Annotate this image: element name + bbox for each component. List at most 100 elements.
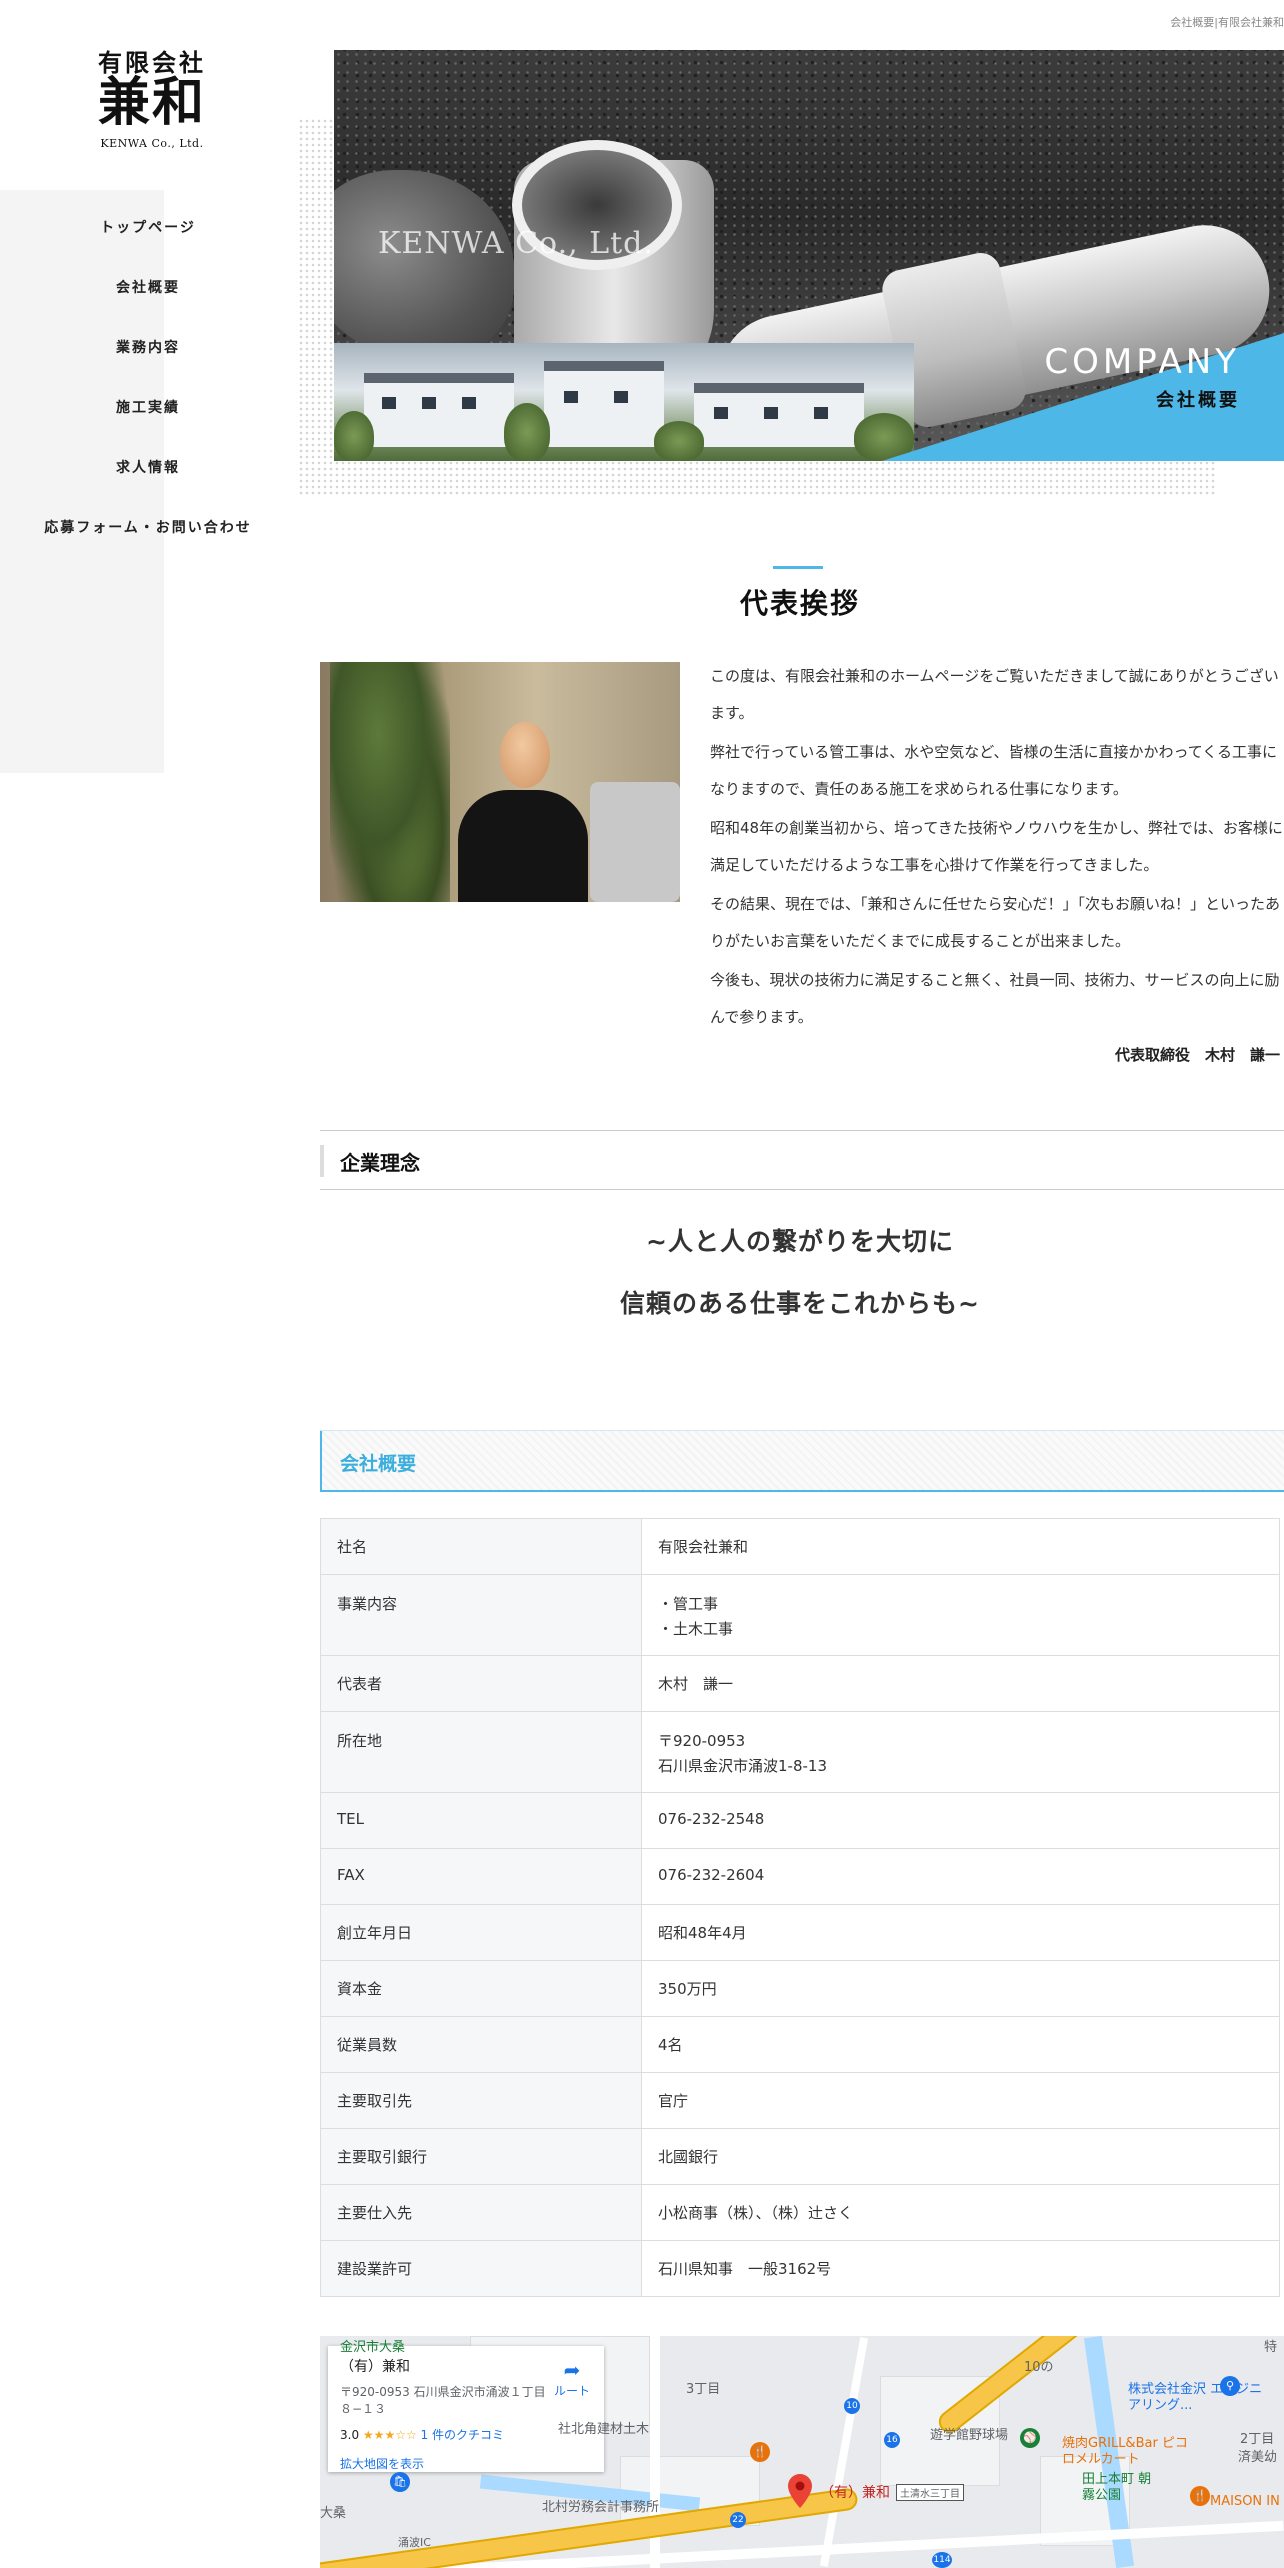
table-value: 350万円 <box>641 1960 1280 2017</box>
table-row: 事業内容 ・管工事 ・土木工事 <box>320 1574 1280 1656</box>
hero-title: COMPANY <box>1044 342 1240 382</box>
map-label: MAISON IN <box>1210 2494 1280 2509</box>
tree-shape <box>334 411 374 461</box>
company-info-table: 社名 有限会社兼和 事業内容 ・管工事 ・土木工事 代表者 木村 謙一 所在地 〒920-… <box>320 1518 1280 2297</box>
photo-chair <box>590 782 680 902</box>
philosophy-line-1: ~人と人の繋がりを大切に <box>646 1227 954 1256</box>
table-value: 昭和48年4月 <box>641 1904 1280 1961</box>
route-marker-icon: 16 <box>884 2432 900 2448</box>
map-label: 土清水三丁目 <box>896 2484 964 2501</box>
logo-english-text: KENWA Co., Ltd. <box>100 136 204 150</box>
greeting-title: 代表挨拶 <box>739 587 860 620</box>
stadium-icon[interactable]: ⚾ <box>1020 2428 1040 2448</box>
table-row: 主要取引銀行 北國銀行 <box>320 2128 1280 2185</box>
nav-item-top[interactable]: トップページ <box>0 208 296 268</box>
philosophy-heading: 企業理念 <box>340 1151 420 1175</box>
table-value: 〒920-0953 石川県金沢市涌波1-8-13 <box>641 1711 1280 1793</box>
map-label: 遊学館野球場 <box>930 2428 1009 2443</box>
company-logo[interactable]: 有限会社 兼和 KENWA Co., Ltd. <box>96 49 208 150</box>
shopping-icon[interactable]: 🛍 <box>390 2472 410 2492</box>
map-label: 涌波IC <box>398 2536 431 2549</box>
table-key: 代表者 <box>320 1655 642 1712</box>
table-row: 所在地 〒920-0953 石川県金沢市涌波1-8-13 <box>320 1711 1280 1793</box>
table-value: 官庁 <box>641 2072 1280 2129</box>
table-value: 北國銀行 <box>641 2128 1280 2185</box>
photo-plant <box>330 662 450 902</box>
location-icon[interactable]: ⚲ <box>1220 2376 1240 2396</box>
logo-main-text: 兼和 <box>97 72 206 134</box>
hero-subtitle: 会社概要 <box>1156 390 1240 411</box>
table-value: 076-232-2548 <box>641 1792 1280 1849</box>
enlarge-map-link[interactable]: 拡大地図を表示 <box>340 2455 592 2472</box>
reviews-link[interactable]: 1 件のクチコミ <box>421 2428 504 2442</box>
table-key: 建設業許可 <box>320 2240 642 2297</box>
table-key: 主要取引銀行 <box>320 2128 642 2185</box>
philosophy-line-2: 信頼のある仕事をこれからも~ <box>620 1289 980 1318</box>
photo-person-head <box>500 722 550 788</box>
hero-company-name: KENWA Co., Ltd. <box>378 226 654 261</box>
nav-item-services[interactable]: 業務内容 <box>0 328 296 388</box>
route-label: ルート <box>553 2384 590 2398</box>
table-key: 主要取引先 <box>320 2072 642 2129</box>
google-map[interactable]: （有）兼和 〒920-0953 石川県金沢市涌波１丁目８−１３ 3.0 ★★★☆… <box>320 2336 1284 2568</box>
map-place-card: （有）兼和 〒920-0953 石川県金沢市涌波１丁目８−１３ 3.0 ★★★☆… <box>328 2346 604 2472</box>
route-button[interactable]: ➦ ルート <box>554 2358 590 2399</box>
table-row: 建設業許可 石川県知事 一般3162号 <box>320 2240 1280 2297</box>
map-pin-icon[interactable] <box>788 2474 812 2508</box>
main-navigation: トップページ 会社概要 業務内容 施工実績 求人情報 応募フォーム・お問い合わせ <box>0 208 296 568</box>
table-row: 代表者 木村 謙一 <box>320 1655 1280 1712</box>
hero-banner: KENWA Co., Ltd. COMPANY 会社概要 <box>334 50 1284 461</box>
table-key: 事業内容 <box>320 1574 642 1656</box>
map-label: 金沢市大桑 <box>340 2340 406 2355</box>
table-row: 資本金 350万円 <box>320 1960 1280 2017</box>
nav-item-works[interactable]: 施工実績 <box>0 388 296 448</box>
map-label: 株式会社金沢 エンジニアリング... <box>1128 2382 1263 2413</box>
tree-shape <box>654 421 704 461</box>
nav-item-company[interactable]: 会社概要 <box>0 268 296 328</box>
table-key: 資本金 <box>320 1960 642 2017</box>
philosophy-heading-bar: 企業理念 <box>320 1130 1284 1190</box>
map-road <box>819 2337 869 2567</box>
house-shape <box>364 373 514 447</box>
table-row: FAX 076-232-2604 <box>320 1848 1280 1905</box>
table-value-line: 〒920-0953 <box>658 1732 746 1750</box>
nav-item-recruit[interactable]: 求人情報 <box>0 448 296 508</box>
table-key: 主要仕入先 <box>320 2184 642 2241</box>
table-value: 有限会社兼和 <box>641 1518 1280 1575</box>
tree-shape <box>504 403 550 461</box>
map-label: 大桑 <box>320 2506 347 2521</box>
president-signature: 代表取締役 木村 謙一 <box>1114 1046 1280 1064</box>
directions-icon: ➦ <box>563 2358 581 2382</box>
breadcrumb: 会社概要|有限会社兼和 <box>1170 16 1284 29</box>
greeting-message: この度は、有限会社兼和のホームページをご覧いただきまして誠にありがとうございます… <box>710 658 1284 1038</box>
table-key: 所在地 <box>320 1711 642 1793</box>
table-value: 4名 <box>641 2016 1280 2073</box>
table-row: 主要取引先 官庁 <box>320 2072 1280 2129</box>
map-label: 3丁目 <box>686 2382 721 2397</box>
table-value: 木村 謙一 <box>641 1655 1280 1712</box>
map-label: 社北角建材土木 <box>558 2422 650 2437</box>
table-key: FAX <box>320 1848 642 1905</box>
table-value: ・管工事 ・土木工事 <box>641 1574 1280 1656</box>
map-label: 10の <box>1024 2360 1054 2375</box>
house-shape <box>544 361 664 447</box>
table-value-line: ・土木工事 <box>658 1620 734 1638</box>
table-row: TEL 076-232-2548 <box>320 1792 1280 1849</box>
hero-houses-image <box>334 343 914 461</box>
nav-item-contact[interactable]: 応募フォーム・お問い合わせ <box>0 508 296 568</box>
restaurant-icon[interactable]: 🍴 <box>750 2442 770 2462</box>
restaurant-icon[interactable]: 🍴 <box>1190 2486 1210 2506</box>
table-row: 主要仕入先 小松商事（株）、（株）辻さく <box>320 2184 1280 2241</box>
rating-stars-icon: ★★★☆☆ <box>362 2428 417 2442</box>
table-key: 従業員数 <box>320 2016 642 2073</box>
table-key: TEL <box>320 1792 642 1849</box>
greeting-paragraph: その結果、現在では、「兼和さんに任せたら安心だ！」「次もお願いね！」といったあり… <box>710 895 1281 950</box>
greeting-paragraph: 今後も、現状の技術力に満足すること無く、社員一同、技術力、サービスの向上に励んで… <box>710 971 1280 1026</box>
table-value: 石川県知事 一般3162号 <box>641 2240 1280 2297</box>
overview-heading: 会社概要 <box>340 1453 417 1475</box>
overview-heading-bar: 会社概要 <box>320 1430 1284 1492</box>
table-row: 従業員数 4名 <box>320 2016 1280 2073</box>
route-marker-icon: 22 <box>730 2512 746 2528</box>
table-value-line: 石川県金沢市涌波1-8-13 <box>658 1757 827 1775</box>
map-place-address: 〒920-0953 石川県金沢市涌波１丁目８−１３ <box>340 2385 546 2416</box>
